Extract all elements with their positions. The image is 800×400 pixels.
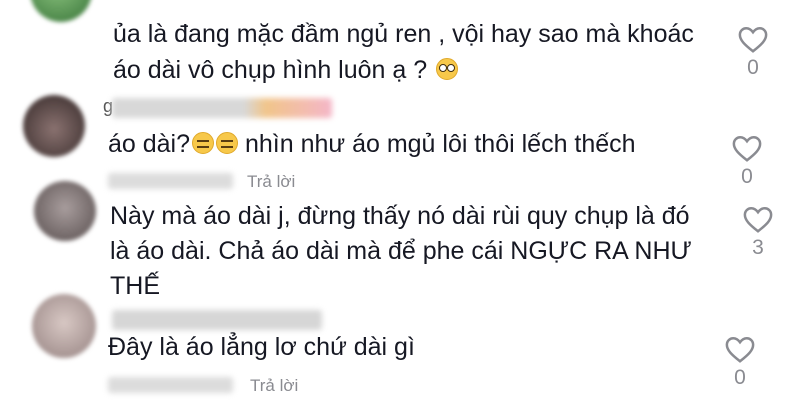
timestamp — [108, 173, 233, 189]
avatar[interactable] — [32, 294, 96, 358]
timestamp — [108, 377, 233, 393]
expressionless-face-icon — [216, 132, 239, 154]
reply-button[interactable]: Trả lời — [250, 376, 298, 396]
like-count: 0 — [734, 366, 746, 389]
expressionless-face-icon — [192, 132, 215, 154]
username[interactable] — [112, 310, 322, 330]
like-count: 3 — [752, 236, 764, 259]
like-button[interactable]: 0 — [720, 336, 760, 390]
like-count: 0 — [747, 56, 759, 79]
like-button[interactable]: 3 — [738, 206, 778, 260]
comment-text: ủa là đang mặc đầm ngủ ren , vội hay sao… — [113, 20, 694, 84]
username[interactable] — [112, 98, 332, 118]
avatar[interactable] — [30, 0, 92, 22]
comment-text: áo dài? nhìn như áo mgủ lôi thôi lếch th… — [108, 130, 636, 158]
comment-text: Này mà áo dài j, đừng thấy nó dài rùi qu… — [110, 202, 692, 300]
like-count: 0 — [741, 165, 753, 188]
heart-icon[interactable] — [725, 336, 755, 364]
avatar[interactable] — [23, 95, 85, 157]
avatar[interactable] — [34, 181, 96, 241]
comment-text: Đây là áo lẳng lơ chứ dài gì — [108, 333, 415, 361]
like-button[interactable]: 0 — [727, 135, 767, 189]
reply-button[interactable]: Trả lời — [247, 172, 295, 192]
heart-icon[interactable] — [738, 26, 768, 54]
heart-icon[interactable] — [732, 135, 762, 163]
heart-icon[interactable] — [743, 206, 773, 234]
flushed-face-icon — [436, 58, 459, 80]
like-button[interactable]: 0 — [733, 26, 773, 80]
